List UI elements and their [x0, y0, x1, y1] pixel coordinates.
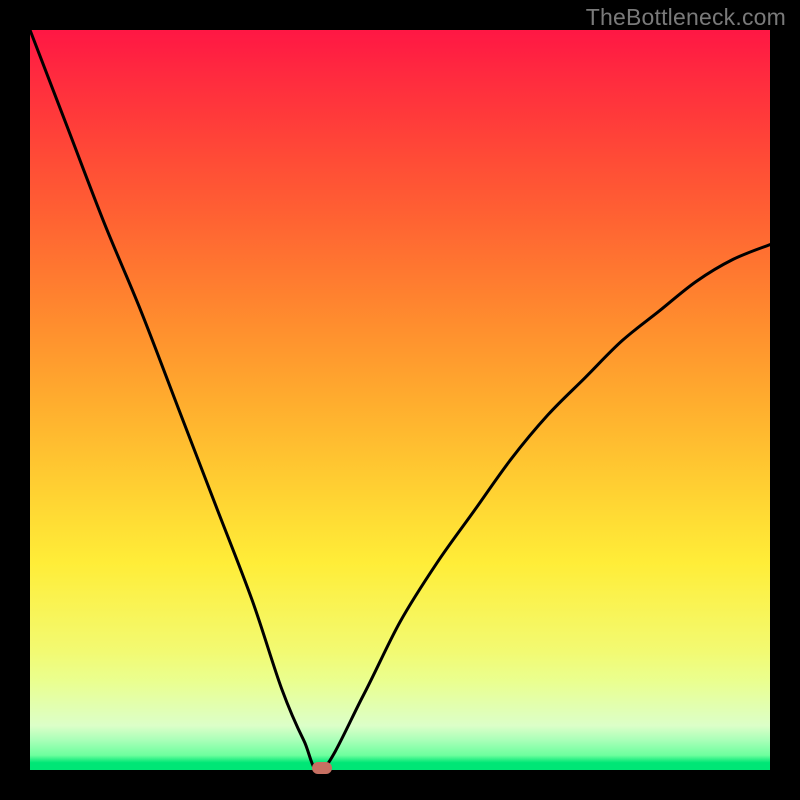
- optimal-point-marker: [312, 762, 332, 774]
- watermark-text: TheBottleneck.com: [586, 4, 786, 31]
- chart-plot-area: [30, 30, 770, 770]
- bottleneck-curve: [30, 30, 770, 770]
